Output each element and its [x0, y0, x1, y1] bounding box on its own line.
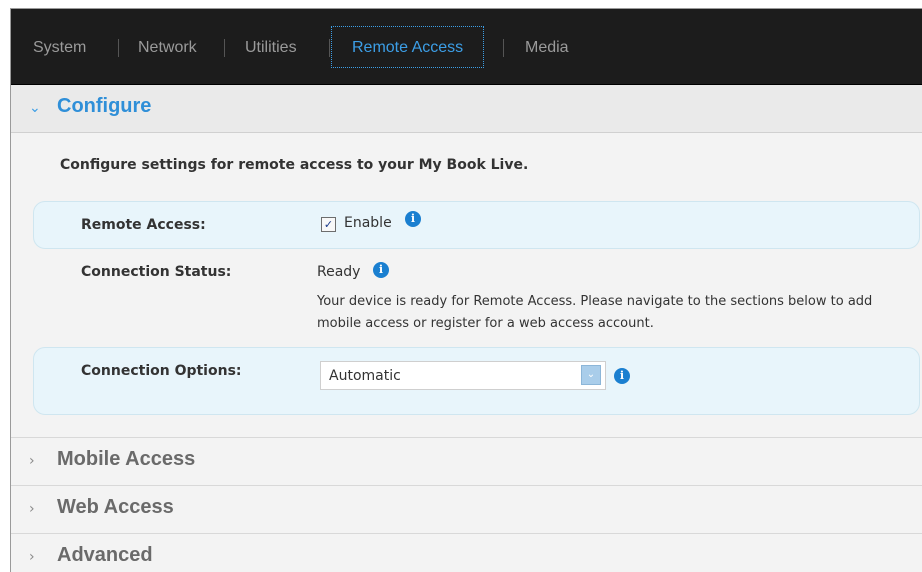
tab-remote-access[interactable]: Remote Access	[331, 26, 485, 68]
tab-separator	[224, 39, 225, 57]
connection-status-value: Ready	[317, 264, 361, 280]
info-icon[interactable]: i	[373, 262, 389, 278]
app-frame: System Network Utilities Remote Access M…	[10, 8, 922, 572]
tab-network[interactable]: Network	[138, 39, 197, 57]
chevron-down-icon: ⌄	[29, 100, 41, 116]
section-web-access-header[interactable]: › Web Access	[11, 486, 922, 534]
section-title: Configure	[57, 95, 152, 117]
tab-utilities[interactable]: Utilities	[245, 39, 297, 57]
configure-intro: Configure settings for remote access to …	[60, 157, 529, 173]
tab-separator	[503, 39, 504, 57]
tab-media[interactable]: Media	[525, 39, 569, 57]
select-value: Automatic	[329, 368, 401, 384]
enable-label: Enable	[344, 215, 392, 231]
chevron-right-icon: ›	[29, 501, 35, 517]
connection-options-select[interactable]: Automatic ⌄	[320, 361, 606, 390]
connection-options-label: Connection Options:	[81, 363, 242, 379]
remote-access-label: Remote Access:	[81, 217, 206, 233]
section-configure-header[interactable]: ⌄ Configure	[11, 85, 922, 133]
section-advanced-header[interactable]: › Advanced	[11, 534, 922, 572]
tab-system[interactable]: System	[33, 39, 86, 57]
connection-status-description: Your device is ready for Remote Access. …	[317, 294, 873, 331]
top-navigation: System Network Utilities Remote Access M…	[11, 9, 922, 85]
section-mobile-access-header[interactable]: › Mobile Access	[11, 437, 922, 486]
chevron-right-icon: ›	[29, 549, 35, 565]
connection-status-label: Connection Status:	[81, 264, 232, 280]
tab-separator	[118, 39, 119, 57]
enable-checkbox[interactable]: ✓	[321, 217, 336, 232]
tab-separator	[329, 39, 330, 57]
section-title: Mobile Access	[57, 448, 196, 470]
info-icon[interactable]: i	[614, 368, 630, 384]
chevron-right-icon: ›	[29, 453, 35, 469]
section-title: Advanced	[57, 544, 153, 566]
chevron-down-icon[interactable]: ⌄	[581, 365, 601, 385]
section-title: Web Access	[57, 496, 174, 518]
info-icon[interactable]: i	[405, 211, 421, 227]
